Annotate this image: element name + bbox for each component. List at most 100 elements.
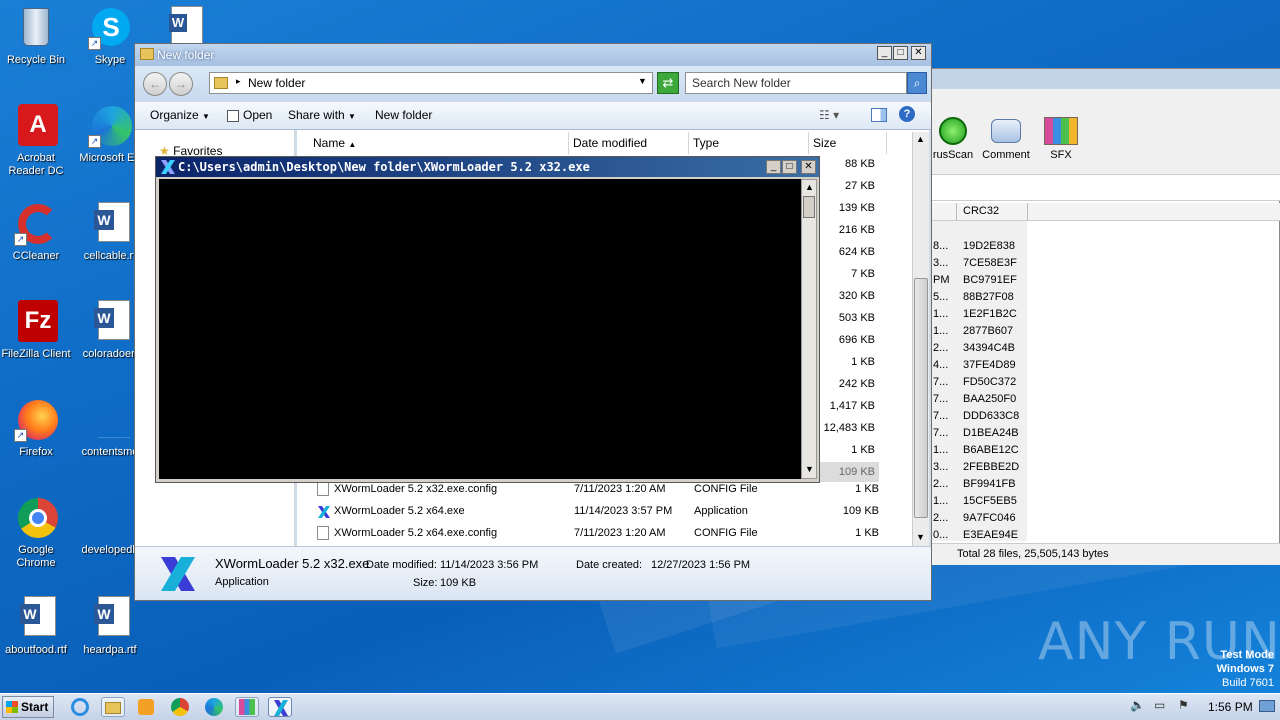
archive-row[interactable]: 1... 2877B607 [929,323,1027,340]
date-created-value: 12/27/2023 1:56 PM [651,559,751,571]
crc32-column-header[interactable]: CRC32 [963,205,999,217]
desktop-icon-ccleaner[interactable]: ↗ CCleaner [0,202,74,263]
network-icon[interactable]: ▭ [1154,698,1165,712]
date-column-header[interactable]: Date modified [569,132,689,154]
desktop-icon-aboutfood[interactable]: W aboutfood.rtf [0,596,74,657]
winrar-taskbar-icon[interactable] [235,697,259,717]
file-name: XWormLoader 5.2 x64.exe.config [334,527,498,539]
ie-taskbar-icon[interactable] [68,697,92,717]
console-maximize-button[interactable]: □ [782,160,797,174]
archive-row[interactable]: 1... B6ABE12C [929,442,1027,459]
archive-row[interactable]: 2... 34394C4B [929,340,1027,357]
organize-button[interactable]: Organize ▼ [150,102,210,128]
archive-row-crc: 2FEBBE2D [963,461,1020,473]
desktop-icon-firefox[interactable]: ↗ Firefox [0,398,74,459]
scrollbar-thumb[interactable] [914,278,928,518]
scroll-down-icon[interactable]: ▼ [916,532,925,542]
archive-row[interactable]: 7... DDD633C8 [929,408,1027,425]
archive-row[interactable]: 1... 15CF5EB5 [929,493,1027,510]
desktop-icon-acrobat[interactable]: A Acrobat Reader DC [0,104,74,178]
desktop-icon-filezilla[interactable]: Fz FileZilla Client [0,300,74,361]
archive-row[interactable]: 2... 9A7FC046 [929,510,1027,527]
forward-button[interactable]: → [169,72,193,96]
search-button[interactable]: ⌕ [907,72,927,94]
minimize-button[interactable]: _ [877,46,892,60]
console-titlebar[interactable]: C:\Users\admin\Desktop\New folder\XWormL… [156,157,819,177]
blank-doc-icon [88,398,132,442]
explorer-taskbar-icon[interactable] [101,697,125,717]
archive-row[interactable]: PM BC9791EF [929,272,1027,289]
archive-row-crc: 2877B607 [963,325,1014,337]
type-column-header[interactable]: Type [689,132,809,154]
start-button[interactable]: Start [2,696,54,718]
archive-row[interactable]: 3... 7CE58E3F [929,255,1027,272]
sfx-button[interactable]: SFX [1039,117,1083,161]
archive-row[interactable]: 0... E3EAE94E [929,527,1027,544]
console-minimize-button[interactable]: _ [766,160,781,174]
view-options-icon[interactable]: ☷ ▾ [819,108,839,122]
file-row[interactable]: XWormLoader 5.2 x64.exe 11/14/2023 3:57 P… [297,500,897,522]
virusscan-button[interactable]: rusScan [929,117,977,161]
file-row[interactable]: XWormLoader 5.2 x64.exe.config 7/11/2023 … [297,522,897,544]
archive-row[interactable]: 2... BF9941FB [929,476,1027,493]
winrar-window[interactable]: rusScan Comment SFX CRC32 8... 19D2E838 3.… [928,68,1280,565]
winrar-file-list[interactable]: 8... 19D2E838 3... 7CE58E3F PM BC9791EF 5... 88… [929,237,1027,543]
console-window[interactable]: C:\Users\admin\Desktop\New folder\XWormL… [155,156,820,483]
search-input[interactable]: Search New folder [685,72,907,94]
back-button[interactable]: ← [143,72,167,96]
scrollbar-thumb[interactable] [803,196,815,218]
open-icon [227,109,239,122]
scroll-up-icon[interactable]: ▲ [805,182,814,192]
show-desktop-button[interactable] [1258,697,1276,717]
edge-taskbar-icon[interactable] [202,697,226,717]
volume-icon[interactable]: 🔈 [1130,698,1145,712]
archive-row[interactable]: 5... 88B27F08 [929,289,1027,306]
address-bar[interactable]: ▸ New folder ▼ [209,72,653,94]
name-column-header[interactable]: Name ▲ [309,132,569,154]
desktop-icon-heardpa[interactable]: W heardpa.rtf [72,596,148,657]
scroll-down-icon[interactable]: ▼ [805,464,814,474]
refresh-icon: ⇄ [662,75,674,90]
chrome-taskbar-icon[interactable] [168,697,192,717]
desktop-icon-chrome[interactable]: Google Chrome [0,496,74,570]
winrar-titlebar[interactable] [929,69,1280,89]
scroll-up-icon[interactable]: ▲ [916,134,925,144]
open-button[interactable]: Open [227,102,272,128]
close-button[interactable]: ✕ [911,46,926,60]
refresh-button[interactable]: ⇄ [657,72,679,94]
window-title: New folder [157,48,215,62]
explorer-toolbar: Organize ▼ Open Share with ▼ New folder … [135,102,931,130]
archive-row[interactable]: 7... FD50C372 [929,374,1027,391]
archive-row[interactable]: 1... 1E2F1B2C [929,306,1027,323]
archive-row-date-fragment: 3... [933,257,949,269]
console-output[interactable] [159,179,801,479]
new-folder-button[interactable]: New folder [375,102,432,128]
size-column-header[interactable]: Size [809,132,887,154]
clock[interactable]: 1:56 PM [1208,700,1253,714]
breadcrumb-arrow-icon: ▸ [236,76,241,86]
console-close-button[interactable]: ✕ [801,160,816,174]
xworm-taskbar-icon[interactable] [268,697,292,717]
file-date: 7/11/2023 1:20 AM [574,527,666,539]
archive-row[interactable]: 4... 37FE4D89 [929,357,1027,374]
share-with-button[interactable]: Share with ▼ [288,102,356,128]
archive-row[interactable]: 8... 19D2E838 [929,238,1027,255]
archive-row-date-fragment: 2... [933,342,949,354]
xworm-file-icon [317,504,330,518]
skype-icon: S ↗ [88,6,132,50]
console-scrollbar[interactable]: ▲ ▼ [801,179,817,479]
help-icon[interactable]: ? [899,106,915,122]
preview-pane-icon[interactable] [871,108,887,122]
archive-row[interactable]: 3... 2FEBBE2D [929,459,1027,476]
vertical-scrollbar[interactable]: ▲ ▼ [912,132,929,546]
media-player-taskbar-icon[interactable] [134,697,158,717]
action-center-icon[interactable]: ⚑ [1178,698,1189,712]
maximize-button[interactable]: □ [893,46,908,60]
explorer-titlebar[interactable]: New folder _ □ ✕ [135,44,931,66]
archive-row[interactable]: 7... D1BEA24B [929,425,1027,442]
breadcrumb[interactable]: New folder [248,76,305,90]
address-dropdown-icon[interactable]: ▼ [638,76,647,86]
comment-button[interactable]: Comment [979,117,1033,161]
archive-row[interactable]: 7... BAA250F0 [929,391,1027,408]
desktop-icon-recycle-bin[interactable]: Recycle Bin [0,6,74,67]
